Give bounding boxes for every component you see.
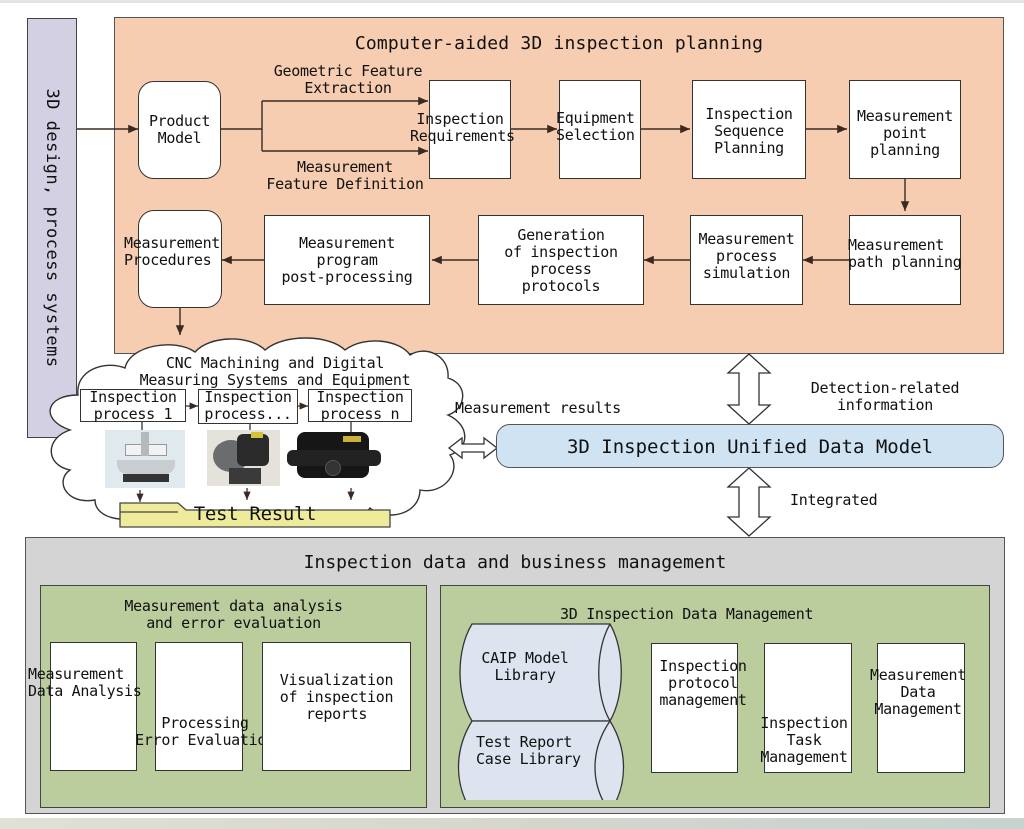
data-analysis-box: [50, 642, 137, 771]
measurement-feature-label: Measurement Feature Definition: [266, 158, 424, 193]
caip-library-label: CAIP Model Library: [481, 649, 569, 684]
portable-scanner-image: [285, 430, 383, 486]
visualization-label: Visualization of inspection reports: [279, 671, 394, 723]
coordinate-measuring-machine-image: [105, 430, 185, 488]
equipment-selection-label: Equipment Selection: [556, 109, 635, 144]
product-model-label: Product Model: [148, 112, 211, 147]
unified-data-model-label: 3D Inspection Unified Data Model: [566, 436, 934, 458]
error-evaluation-label: Processing Error Evaluation: [135, 714, 275, 749]
error-evaluation-box: [155, 642, 243, 771]
laser-tracker-image: [207, 430, 280, 486]
analysis-title: Measurement data analysis and error eval…: [124, 597, 343, 632]
cnc-title: CNC Machining and Digital Measuring Syst…: [139, 354, 411, 389]
double-arrow-datamodel-management: [726, 467, 772, 537]
detection-info-label: Detection-related information: [810, 379, 960, 414]
inspection-process-mid-label: Inspection process...: [204, 388, 292, 423]
measurement-point-label: Measurement point planning: [856, 107, 954, 159]
process-simulation-label: Measurement process simulation: [698, 230, 795, 282]
library-cylinders: [457, 623, 625, 800]
geometric-feature-label: Geometric Feature Extraction: [273, 62, 423, 97]
measurement-data-management-label: Measurement Data Management: [869, 666, 967, 718]
measurement-results-label: Measurement results: [455, 399, 621, 417]
protocol-management-label: Inspection protocol management: [659, 657, 747, 709]
double-arrow-planning-datamodel: [726, 353, 772, 425]
bottom-band: [0, 818, 1024, 829]
inspection-process-n-label: Inspection process n: [316, 388, 404, 423]
data-analysis-label: Measurement Data Analysis: [28, 665, 142, 700]
management-title: Inspection data and business management: [303, 552, 727, 573]
task-management-label: Inspection Task Management: [760, 714, 848, 766]
inspection-requirements-label: Inspection Requirements: [410, 110, 515, 145]
test-result-label: Test Result: [193, 503, 317, 525]
post-processing-label: Measurement program post-processing: [281, 234, 413, 286]
inspection-process-1-label: Inspection process 1: [89, 388, 177, 423]
measurement-path-label: Measurement path planning: [848, 236, 962, 271]
integrated-label: Integrated: [790, 491, 878, 509]
protocol-generation-label: Generation of inspection process protoco…: [504, 226, 618, 295]
inspection-sequence-label: Inspection Sequence Planning: [705, 105, 793, 157]
procedures-label: Measurement Procedures: [124, 234, 221, 269]
test-report-library-label: Test Report Case Library: [476, 733, 581, 768]
